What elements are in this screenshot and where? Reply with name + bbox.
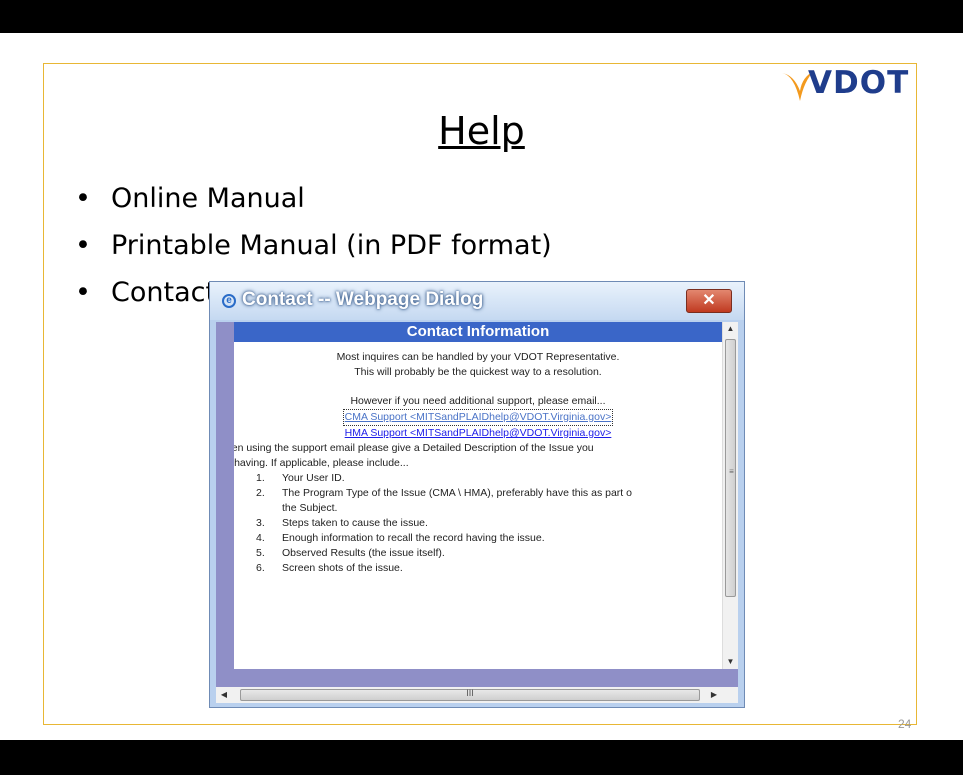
step-number: 2. (256, 487, 265, 499)
bullet-label: Online Manual (111, 183, 305, 214)
scroll-left-arrow-icon[interactable]: ◀ (216, 687, 232, 703)
hma-support-row: HMA Support <MITSandPLAIDhelp@VDOT.Virgi… (234, 426, 722, 441)
dialog-title: Contact -- Webpage Dialog (242, 289, 484, 310)
step-number: 5. (256, 547, 265, 559)
bullet-dot: • (75, 183, 91, 214)
slide-title: Help (438, 109, 525, 153)
steps-list: 1. Your User ID. 2. The Program Type of th… (234, 471, 722, 576)
bullet-dot: • (75, 277, 91, 308)
step-text: the Subject. (282, 502, 338, 514)
scroll-right-arrow-icon[interactable]: ▶ (706, 687, 722, 703)
hma-support-link[interactable]: HMA Support <MITSandPLAIDhelp@VDOT.Virgi… (345, 427, 612, 439)
bullet-printable-manual: • Printable Manual (in PDF format) (75, 222, 552, 269)
step-number: 3. (256, 517, 265, 529)
contact-dialog: e Contact -- Webpage Dialog ✕ Contact In… (209, 281, 745, 708)
contact-information-body: Most inquires can be handled by your VDO… (234, 350, 722, 576)
scroll-grip-icon: III (466, 688, 474, 698)
step-item: 2. The Program Type of the Issue (CMA \ H… (234, 486, 722, 501)
step-number: 6. (256, 562, 265, 574)
step-item: the Subject. (234, 501, 722, 516)
contact-information-header: Contact Information (234, 322, 722, 342)
scroll-up-arrow-icon[interactable]: ▲ (723, 322, 738, 336)
close-button[interactable]: ✕ (686, 289, 732, 313)
vdot-logo-text: VDOT (808, 65, 910, 101)
step-text: Steps taken to cause the issue. (282, 517, 428, 529)
dialog-content-area: Contact Information Most inquires can be… (216, 322, 738, 687)
bullet-label: Printable Manual (in PDF format) (111, 230, 552, 261)
intro-line-1: Most inquires can be handled by your VDO… (336, 351, 620, 363)
description-line-1: When using the support email please give… (234, 442, 594, 454)
scroll-grip-icon: ≡ (729, 467, 734, 476)
description-line-2: are having. If applicable, please includ… (234, 457, 409, 469)
step-item: 5. Observed Results (the issue itself). (234, 546, 722, 561)
scroll-down-arrow-icon[interactable]: ▼ (723, 655, 738, 669)
step-text: Screen shots of the issue. (282, 562, 403, 574)
cma-support-link[interactable]: CMA Support <MITSandPLAIDhelp@VDOT.Virgi… (342, 409, 614, 426)
cma-support-row: CMA Support <MITSandPLAIDhelp@VDOT.Virgi… (234, 409, 722, 426)
vdot-logo: VDOT (780, 61, 930, 111)
bullet-label: Contact (111, 277, 217, 308)
step-item: 3. Steps taken to cause the issue. (234, 516, 722, 531)
vertical-scrollbar[interactable]: ▲ ≡ ▼ (722, 322, 738, 669)
step-number: 1. (256, 472, 265, 484)
internet-explorer-icon: e (222, 294, 236, 308)
email-prompt: However if you need additional support, … (350, 395, 606, 407)
step-item: 1. Your User ID. (234, 471, 722, 486)
step-text: Your User ID. (282, 472, 345, 484)
horizontal-scrollbar[interactable]: ◀ III ▶ (216, 687, 738, 703)
vertical-scroll-thumb[interactable]: ≡ (725, 339, 736, 597)
intro-line-2: This will probably be the quickest way t… (354, 366, 602, 378)
step-number: 4. (256, 532, 265, 544)
step-text: The Program Type of the Issue (CMA \ HMA… (282, 487, 632, 499)
bullet-dot: • (75, 230, 91, 261)
page-number: 24 (898, 717, 912, 731)
contact-information-panel: Contact Information Most inquires can be… (234, 322, 722, 669)
dialog-title-bar[interactable]: e Contact -- Webpage Dialog ✕ (210, 282, 744, 320)
step-item: 6. Screen shots of the issue. (234, 561, 722, 576)
horizontal-scroll-thumb[interactable]: III (240, 688, 700, 701)
step-item: 4. Enough information to recall the recor… (234, 531, 722, 546)
step-text: Enough information to recall the record … (282, 532, 545, 544)
step-text: Observed Results (the issue itself). (282, 547, 445, 559)
bullet-online-manual: • Online Manual (75, 175, 552, 222)
